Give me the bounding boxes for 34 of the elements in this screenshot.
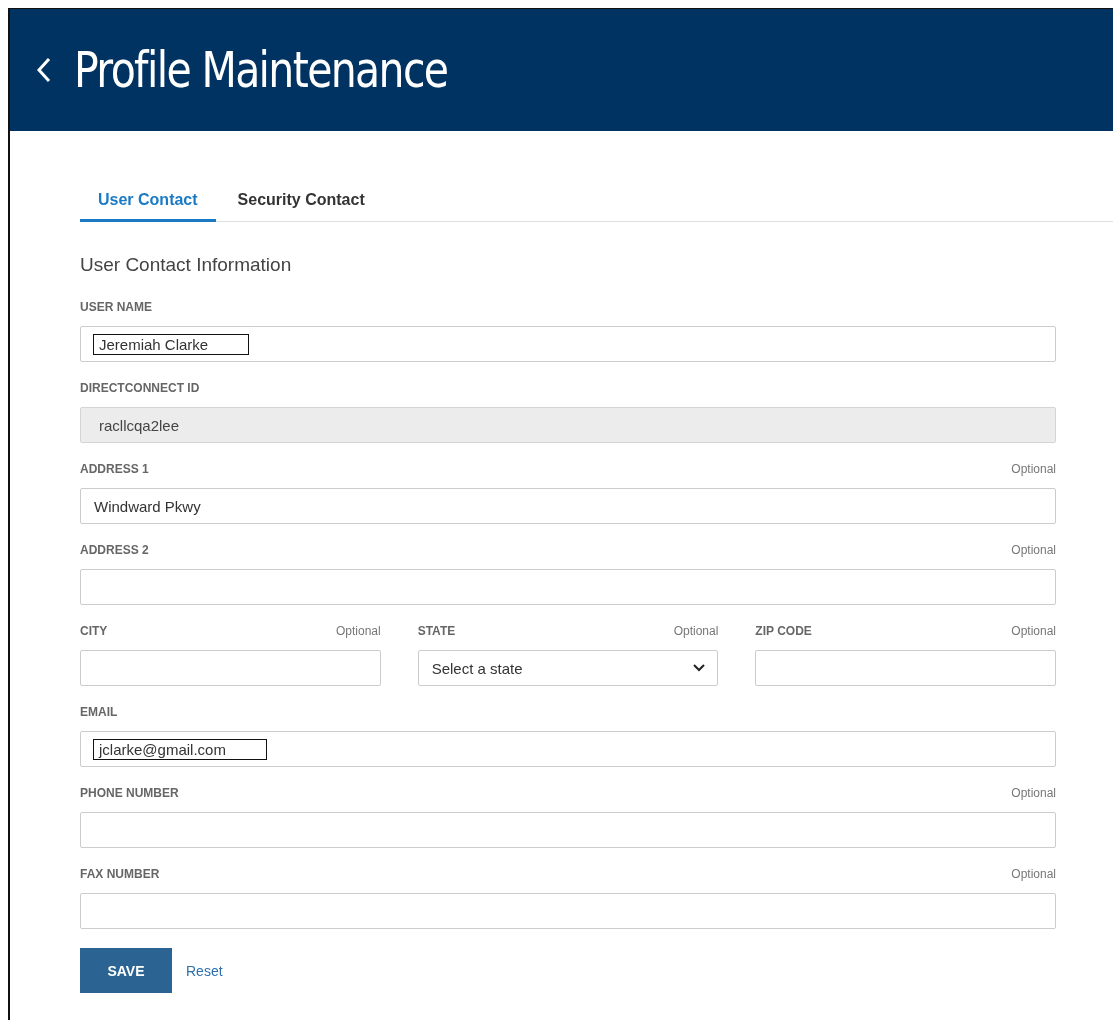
tab[interactable]: User Contact — [80, 183, 216, 222]
optional-label: Optional — [1011, 867, 1056, 881]
page-title: Profile Maintenance — [74, 41, 448, 99]
back-icon[interactable] — [36, 56, 52, 84]
input-field[interactable]: Jeremiah Clarke — [80, 326, 1056, 362]
input-field[interactable] — [80, 650, 381, 686]
input-field[interactable]: jclarke@gmail.com — [80, 731, 1056, 767]
save-button[interactable]: SAVE — [80, 948, 172, 993]
section-title: User Contact Information — [80, 254, 293, 276]
field-label: ADDRESS 2 — [80, 543, 149, 557]
optional-label: Optional — [673, 624, 719, 638]
state-dropdown[interactable]: Select a state — [417, 650, 719, 686]
reset-link[interactable]: Reset — [186, 962, 223, 979]
optional-label: Optional — [1011, 786, 1056, 800]
optional-label: Optional — [1011, 462, 1056, 476]
field-label: ZIP CODE — [755, 624, 812, 638]
field-label: EMAIL — [80, 705, 118, 719]
field-label: CITY — [80, 624, 108, 638]
optional-label: Optional — [1011, 624, 1056, 638]
tab[interactable]: Security Contact — [219, 183, 383, 222]
field-label: USER NAME — [80, 300, 152, 314]
field-label: ADDRESS 1 — [80, 462, 149, 476]
field-label: FAX NUMBER — [80, 867, 160, 881]
input-field[interactable] — [755, 650, 1056, 686]
input-field[interactable]: Windward Pkwy — [80, 488, 1056, 524]
input-field[interactable] — [80, 893, 1056, 929]
chevron-down-icon — [693, 664, 706, 672]
field-label: DIRECTCONNECT ID — [80, 381, 200, 395]
input-field[interactable] — [80, 812, 1056, 848]
optional-label: Optional — [1011, 543, 1056, 557]
field-label: PHONE NUMBER — [80, 786, 179, 800]
input-field[interactable] — [80, 569, 1056, 605]
optional-label: Optional — [335, 624, 381, 638]
field-label: STATE — [417, 624, 456, 638]
